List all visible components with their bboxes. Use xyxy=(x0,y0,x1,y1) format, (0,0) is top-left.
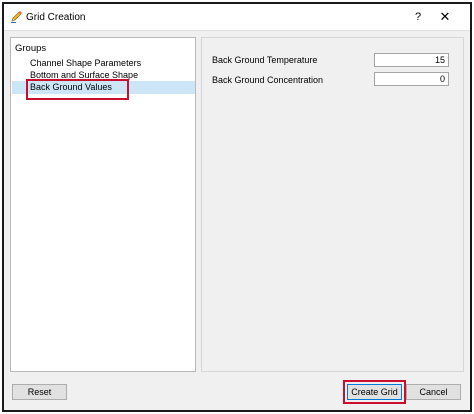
groups-tree: Groups Channel Shape Parameters Bottom a… xyxy=(10,37,196,372)
pencil-icon xyxy=(10,10,23,24)
cancel-button[interactable]: Cancel xyxy=(406,384,461,400)
title-bar: Grid Creation ? ✕ xyxy=(4,4,470,31)
group-item-label: Channel Shape Parameters xyxy=(30,58,142,68)
background-temperature-input[interactable] xyxy=(374,53,449,67)
help-button[interactable]: ? xyxy=(409,8,427,26)
background-concentration-input[interactable] xyxy=(374,72,449,86)
background-temperature-label: Back Ground Temperature xyxy=(212,55,318,65)
background-concentration-label: Back Ground Concentration xyxy=(212,75,324,85)
create-grid-button[interactable]: Create Grid xyxy=(347,384,402,400)
reset-button[interactable]: Reset xyxy=(12,384,67,400)
close-button[interactable]: ✕ xyxy=(436,8,454,26)
groups-header: Groups xyxy=(15,43,47,54)
parameters-panel: Back Ground Temperature Back Ground Conc… xyxy=(201,37,464,372)
selection-highlight-box xyxy=(26,79,129,100)
dialog-window: Grid Creation ? ✕ Groups Channel Shape P… xyxy=(2,2,472,412)
window-title: Grid Creation xyxy=(26,12,86,23)
